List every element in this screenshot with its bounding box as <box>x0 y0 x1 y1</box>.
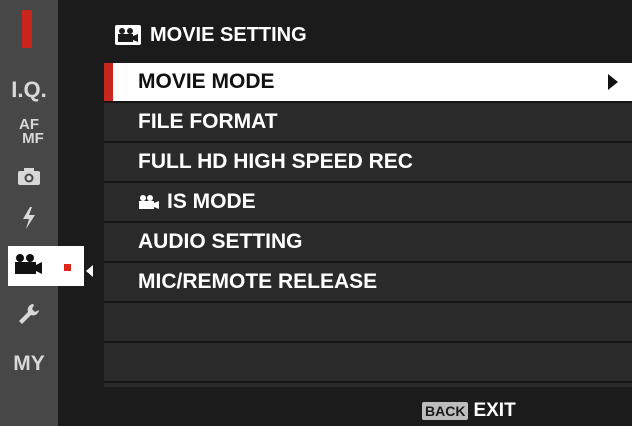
menu-page-marker <box>22 10 32 48</box>
tab-image-quality[interactable]: I.Q. <box>0 70 58 110</box>
tab-movie-setting[interactable] <box>8 246 84 286</box>
menu-header: MOVIE SETTING <box>104 10 632 60</box>
menu-item-empty <box>104 303 632 343</box>
submenu-arrow-icon <box>608 74 618 90</box>
camera-icon <box>17 166 41 191</box>
active-tab-arrow <box>86 265 93 277</box>
menu-item-is-mode[interactable]: IS MODE <box>104 183 632 223</box>
footer-hint: BACK EXIT <box>422 400 516 422</box>
tab-flash[interactable] <box>0 200 58 240</box>
page-title: MOVIE SETTING <box>150 23 307 46</box>
menu-item-full-hd-high-speed-rec[interactable]: FULL HD HIGH SPEED REC <box>104 143 632 183</box>
menu-item-label: MIC/REMOTE RELEASE <box>138 270 378 293</box>
menu-item-label-wrap: IS MODE <box>138 190 256 214</box>
tab-rail: I.Q. AF MF MY <box>0 0 93 426</box>
menu-item-audio-setting[interactable]: AUDIO SETTING <box>104 223 632 263</box>
menu-item-label: AUDIO SETTING <box>138 230 303 253</box>
menu-item-file-format[interactable]: FILE FORMAT <box>104 103 632 143</box>
menu-item-label: FULL HD HIGH SPEED REC <box>138 150 413 173</box>
active-tab-dot <box>64 264 71 271</box>
flash-icon <box>21 206 37 235</box>
menu-item-label: FILE FORMAT <box>138 110 278 133</box>
movie-camera-icon <box>114 24 142 46</box>
movie-camera-icon <box>13 253 43 280</box>
tab-my-label: MY <box>13 352 45 375</box>
tab-my-menu[interactable]: MY <box>0 344 58 384</box>
menu-item-mic-remote-release[interactable]: MIC/REMOTE RELEASE <box>104 263 632 303</box>
tab-shooting[interactable] <box>0 158 58 198</box>
menu-list: MOVIE MODE FILE FORMAT FULL HD HIGH SPEE… <box>104 63 632 387</box>
menu-item-label: IS MODE <box>167 190 256 213</box>
menu-item-movie-mode[interactable]: MOVIE MODE <box>104 63 632 103</box>
menu-item-label: MOVIE MODE <box>138 70 275 93</box>
tab-mf-label: MF <box>22 130 44 147</box>
back-key-badge[interactable]: BACK <box>422 402 469 420</box>
wrench-icon <box>17 302 41 331</box>
movie-camera-icon <box>138 194 160 210</box>
menu-item-empty <box>104 343 632 383</box>
exit-label: EXIT <box>473 400 516 421</box>
tab-iq-label: I.Q. <box>11 77 47 102</box>
tab-af-mf[interactable]: AF MF <box>0 112 58 152</box>
camera-menu-screen: I.Q. AF MF MY MOVIE SETTING MOVIE MODE F… <box>0 0 632 426</box>
tab-setup[interactable] <box>0 296 58 336</box>
